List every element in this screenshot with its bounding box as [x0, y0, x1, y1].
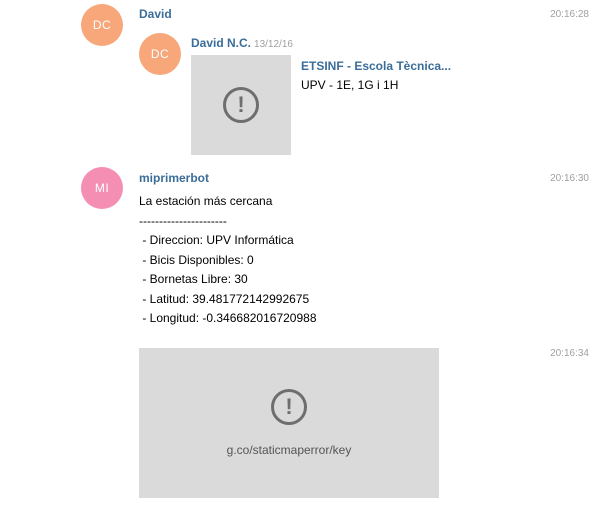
avatar-initials: MI — [94, 181, 110, 195]
message-author[interactable]: miprimerbot — [139, 171, 209, 185]
message-author[interactable]: David — [139, 7, 172, 21]
link-preview-description: UPV - 1E, 1G i 1H — [301, 78, 399, 92]
message-time: 20:16:30 — [550, 173, 589, 184]
forwarded-author-name: David N.C. — [191, 36, 252, 50]
message-line: - Direccion: UPV Informática — [139, 233, 294, 247]
avatar-initials: DC — [150, 47, 170, 61]
message-line: La estación más cercana — [139, 194, 273, 208]
link-preview-title[interactable]: ETSINF - Escola Tècnica... — [301, 59, 451, 73]
message-line: - Latitud: 39.481772142992675 — [139, 291, 310, 306]
avatar[interactable]: DC — [81, 4, 123, 46]
message-line: ---------------------- — [139, 213, 227, 228]
avatar-initials: DC — [92, 18, 112, 32]
link-preview-image[interactable]: ! — [191, 55, 291, 155]
forwarded-author[interactable]: David N.C. 13/12/16 — [191, 36, 293, 50]
message-text: La estación más cercana ----------------… — [139, 192, 317, 329]
message-line: - Bicis Disponibles: 0 — [139, 252, 254, 267]
message-time: 20:16:34 — [550, 348, 589, 359]
error-icon: ! — [223, 87, 259, 123]
map-error-text: g.co/staticmaperror/key — [226, 443, 352, 457]
avatar[interactable]: MI — [81, 167, 123, 209]
message-line: - Bornetas Libre: 30 — [139, 272, 248, 286]
message-time: 20:16:28 — [550, 9, 589, 20]
error-icon: ! — [271, 389, 307, 425]
message-line: - Longitud: -0.346682016720988 — [139, 311, 317, 325]
forwarded-date: 13/12/16 — [254, 39, 293, 50]
map-preview[interactable]: ! g.co/staticmaperror/key — [139, 348, 439, 498]
forwarded-avatar[interactable]: DC — [139, 33, 181, 75]
